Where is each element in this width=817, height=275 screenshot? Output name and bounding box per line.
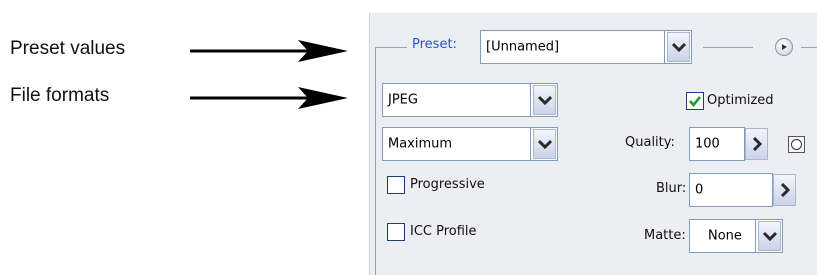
chevron-right-icon	[752, 137, 762, 151]
chevron-down-icon	[671, 42, 686, 52]
quality-input[interactable]: 100	[689, 127, 745, 161]
groupbox-top-mid-line	[703, 47, 753, 48]
chevron-down-icon	[537, 95, 552, 105]
preset-dropdown-button[interactable]	[667, 32, 690, 62]
matte-dropdown-button[interactable]	[758, 221, 781, 251]
preset-select[interactable]: [Unnamed]	[480, 30, 692, 64]
icc-profile-checkbox[interactable]	[387, 223, 405, 241]
flyout-menu-button[interactable]	[775, 38, 793, 56]
preset-label: Preset:	[410, 37, 459, 52]
optimize-settings-panel: Preset: [Unnamed] JPEG Optimized Maximum…	[369, 13, 817, 275]
blur-label: Blur:	[656, 181, 687, 196]
flyout-menu-icon	[782, 44, 787, 50]
file-format-value: JPEG	[388, 92, 418, 108]
blur-value: 0	[695, 182, 704, 198]
optimized-checkbox[interactable]	[686, 92, 704, 110]
matte-select[interactable]: None	[689, 219, 783, 253]
quality-label: Quality:	[625, 135, 675, 150]
optimized-label: Optimized	[707, 93, 774, 108]
chevron-down-icon	[762, 231, 777, 241]
blur-input[interactable]: 0	[689, 173, 773, 207]
right-arrow-icon	[190, 87, 348, 109]
file-format-dropdown-button[interactable]	[533, 85, 556, 115]
file-format-select[interactable]: JPEG	[382, 83, 558, 117]
groupbox-top-right-line	[801, 47, 817, 48]
groupbox-top-left-line	[375, 47, 407, 48]
compression-quality-select[interactable]: Maximum	[382, 127, 558, 161]
blur-slider-button[interactable]	[773, 174, 796, 206]
progressive-label: Progressive	[410, 177, 485, 192]
quality-mask-button[interactable]	[788, 136, 805, 153]
quality-mask-icon	[791, 139, 802, 150]
preset-value: [Unnamed]	[486, 39, 560, 55]
quality-value: 100	[695, 136, 720, 152]
compression-quality-value: Maximum	[388, 136, 453, 152]
right-arrow-icon	[190, 40, 348, 62]
groupbox-left-line	[375, 47, 376, 275]
matte-value: None	[708, 228, 742, 244]
progressive-checkbox[interactable]	[387, 176, 405, 194]
annotation-label-preset-values: Preset values	[10, 38, 126, 59]
checkmark-icon	[689, 96, 702, 108]
annotation-label-file-formats: File formats	[10, 85, 110, 106]
chevron-right-icon	[780, 183, 790, 197]
quality-slider-button[interactable]	[745, 128, 768, 160]
matte-label: Matte:	[644, 228, 686, 243]
icc-profile-label: ICC Profile	[410, 224, 477, 239]
chevron-down-icon	[537, 139, 552, 149]
compression-dropdown-button[interactable]	[533, 129, 556, 159]
